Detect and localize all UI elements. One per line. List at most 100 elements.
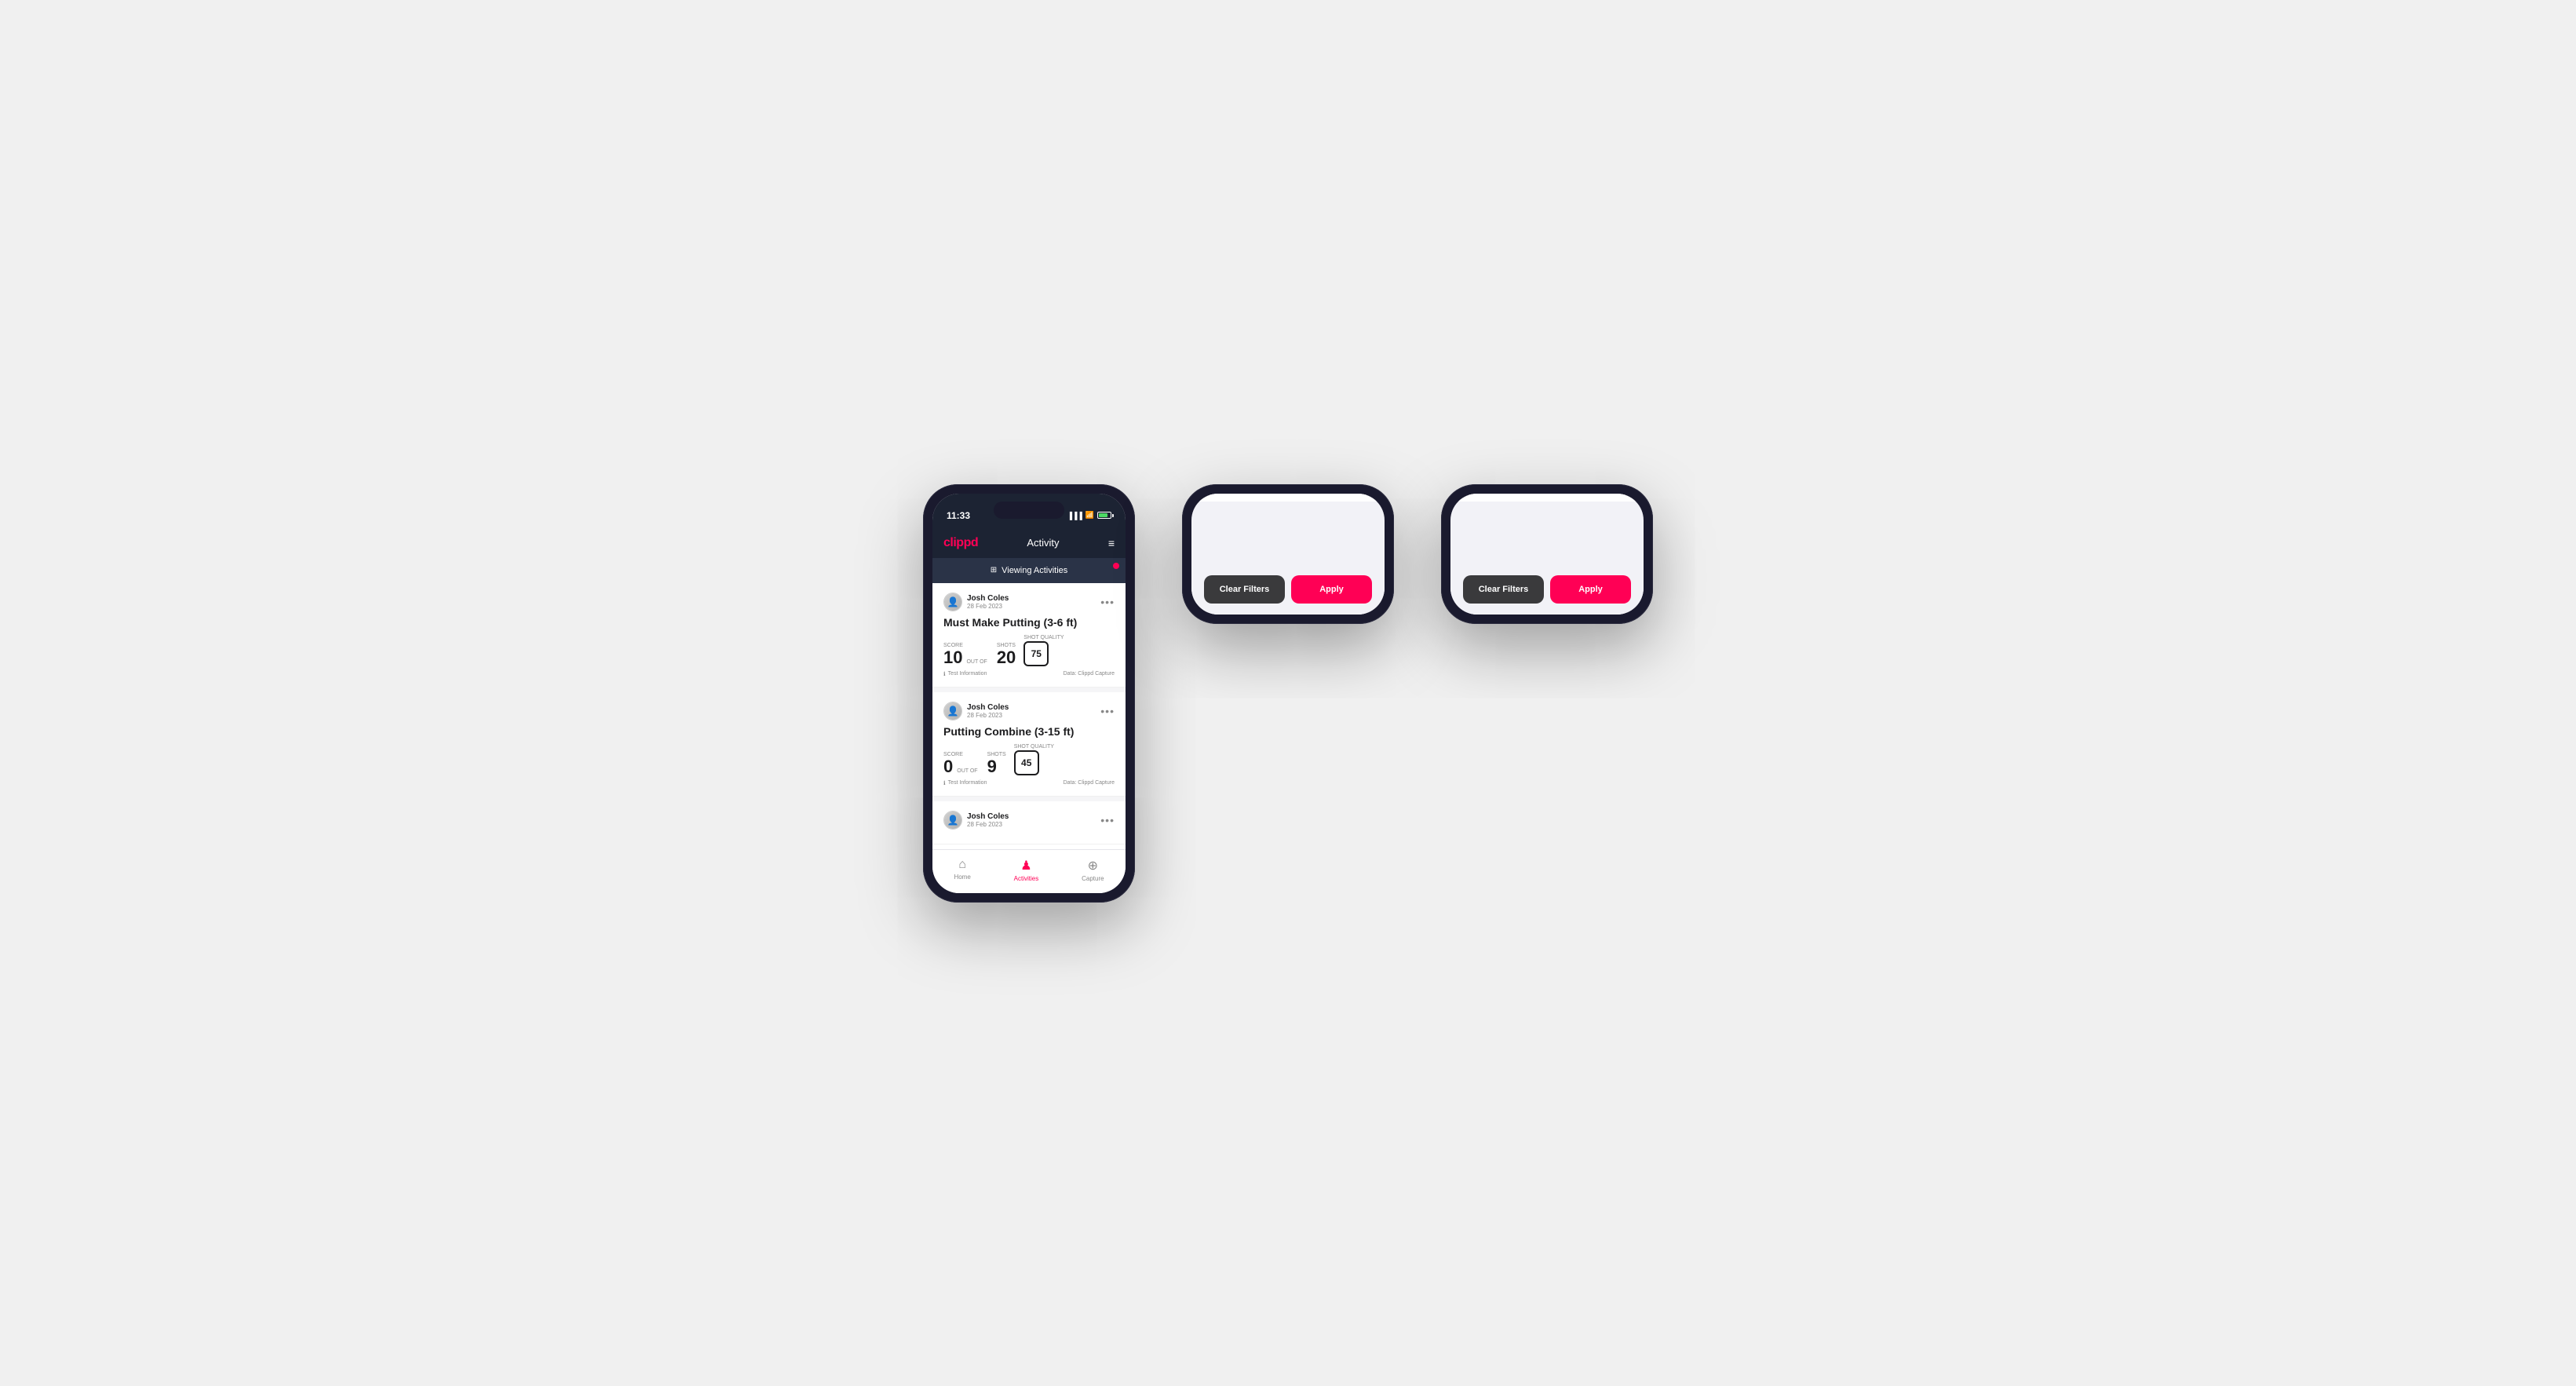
home-label-1: Home — [954, 874, 970, 881]
avatar-inner-3: 👤 — [944, 812, 961, 829]
apply-button-2[interactable]: Apply — [1291, 575, 1372, 604]
viewing-bar-1[interactable]: ⊞ Viewing Activities — [932, 558, 1126, 583]
card-title-2: Putting Combine (3-15 ft) — [943, 725, 1115, 738]
sheet-spacer-2 — [1191, 502, 1385, 564]
filter-overlay-2: Filter ✕ Show Rounds Practice Drills Rou… — [1191, 494, 1385, 615]
capture-icon-1: ⊕ — [1088, 858, 1098, 874]
score-group-2: Score 0 OUT OF — [943, 752, 980, 775]
battery-fill-1 — [1099, 513, 1107, 517]
user-date-3: 28 Feb 2023 — [967, 821, 1009, 828]
nav-capture-1[interactable]: ⊕ Capture — [1082, 858, 1104, 882]
viewing-bar-text-1: Viewing Activities — [1002, 566, 1067, 575]
shots-group-2: Shots 9 — [987, 752, 1006, 775]
header-title-1: Activity — [1027, 537, 1059, 549]
sheet-spacer-3 — [1450, 502, 1644, 564]
card-footer-right-1: Data: Clippd Capture — [1064, 671, 1115, 677]
activity-card-1[interactable]: 👤 Josh Coles 28 Feb 2023 ••• Must Make P… — [932, 583, 1126, 688]
card-footer-2: ℹ Test Information Data: Clippd Capture — [943, 780, 1115, 786]
user-name-2: Josh Coles — [967, 703, 1009, 712]
wifi-icon-1: 📶 — [1085, 511, 1094, 520]
phone-1: 11:33 ▐▐▐ 📶 clippd Activity ≡ ⊞ Viewing … — [923, 484, 1135, 903]
card-footer-left-2: ℹ Test Information — [943, 780, 987, 786]
card-footer-right-2: Data: Clippd Capture — [1064, 780, 1115, 786]
card-1-header: 👤 Josh Coles 28 Feb 2023 ••• — [943, 593, 1115, 611]
dynamic-island-1 — [994, 502, 1064, 519]
avatar-2: 👤 — [943, 702, 962, 720]
clear-filters-button-3[interactable]: Clear Filters — [1463, 575, 1544, 604]
phone-2-screen: 11:33 ▐▐▐ 📶 clippd Activity ≡ ⊞ Viewing … — [1191, 494, 1385, 615]
sq-group-1: Shot Quality 75 — [1023, 635, 1064, 666]
info-icon-2: ℹ — [943, 780, 946, 786]
avatar-inner-2: 👤 — [944, 702, 961, 720]
activity-list-1: 👤 Josh Coles 28 Feb 2023 ••• Must Make P… — [932, 583, 1126, 844]
card-3-user: 👤 Josh Coles 28 Feb 2023 — [943, 811, 1009, 830]
phone-3: 11:33 ▐▐▐ 📶 clippd Activity ≡ ⊞ Viewing … — [1441, 484, 1653, 624]
score-value-1: 10 — [943, 649, 962, 666]
signal-icon-1: ▐▐▐ — [1067, 512, 1082, 520]
red-dot-1 — [1113, 563, 1119, 569]
user-info-2: Josh Coles 28 Feb 2023 — [967, 703, 1009, 719]
battery-icon-1 — [1097, 512, 1111, 519]
more-dots-1[interactable]: ••• — [1100, 596, 1115, 608]
home-icon-1: ⌂ — [958, 858, 966, 872]
user-info-1: Josh Coles 28 Feb 2023 — [967, 594, 1009, 610]
avatar-figure-2: 👤 — [947, 706, 959, 717]
activity-card-3[interactable]: 👤 Josh Coles 28 Feb 2023 ••• — [932, 801, 1126, 844]
avatar-figure-3: 👤 — [947, 815, 959, 826]
info-icon-1: ℹ — [943, 671, 946, 677]
filter-sheet-2: Filter ✕ Show Rounds Practice Drills Rou… — [1191, 494, 1385, 615]
shots-group-1: Shots 20 — [997, 643, 1016, 666]
shots-value-1: 20 — [997, 649, 1016, 666]
activities-icon-1: ♟ — [1020, 858, 1031, 874]
clear-filters-button-2[interactable]: Clear Filters — [1204, 575, 1285, 604]
sq-label-1: Shot Quality — [1023, 635, 1064, 640]
card-footer-left-1: ℹ Test Information — [943, 671, 987, 677]
capture-label-1: Capture — [1082, 875, 1104, 882]
shots-row-1: 20 — [997, 649, 1016, 666]
shot-quality-badge-2: 45 — [1014, 750, 1039, 775]
score-row-1: 10 OUT OF — [943, 649, 989, 666]
sheet-footer-3: Clear Filters Apply — [1450, 564, 1644, 615]
activity-card-2[interactable]: 👤 Josh Coles 28 Feb 2023 ••• Putting Com… — [932, 692, 1126, 797]
avatar-inner-1: 👤 — [944, 593, 961, 611]
nav-activities-1[interactable]: ♟ Activities — [1014, 858, 1039, 882]
score-value-2: 0 — [943, 758, 953, 775]
filter-sheet-3: Filter ✕ Show Rounds Practice Drills Pra… — [1450, 494, 1644, 615]
test-info-1: Test Information — [948, 671, 987, 677]
filter-icon-1: ⊞ — [991, 566, 997, 574]
phone-2: 11:33 ▐▐▐ 📶 clippd Activity ≡ ⊞ Viewing … — [1182, 484, 1394, 624]
user-date-2: 28 Feb 2023 — [967, 712, 1009, 719]
user-name-1: Josh Coles — [967, 594, 1009, 603]
card-title-1: Must Make Putting (3-6 ft) — [943, 616, 1115, 629]
user-date-1: 28 Feb 2023 — [967, 603, 1009, 610]
out-of-1: OUT OF — [966, 659, 987, 665]
user-info-3: Josh Coles 28 Feb 2023 — [967, 812, 1009, 828]
card-1-user: 👤 Josh Coles 28 Feb 2023 — [943, 593, 1009, 611]
test-info-2: Test Information — [948, 780, 987, 786]
card-footer-1: ℹ Test Information Data: Clippd Capture — [943, 671, 1115, 677]
phone-1-screen: 11:33 ▐▐▐ 📶 clippd Activity ≡ ⊞ Viewing … — [932, 494, 1126, 893]
hamburger-icon-1[interactable]: ≡ — [1108, 537, 1115, 549]
apply-button-3[interactable]: Apply — [1550, 575, 1631, 604]
sheet-footer-2: Clear Filters Apply — [1191, 564, 1385, 615]
nav-home-1[interactable]: ⌂ Home — [954, 858, 970, 882]
avatar-figure-1: 👤 — [947, 596, 959, 607]
card-2-user: 👤 Josh Coles 28 Feb 2023 — [943, 702, 1009, 720]
scene: 11:33 ▐▐▐ 📶 clippd Activity ≡ ⊞ Viewing … — [876, 437, 1700, 950]
shots-row-2: 9 — [987, 758, 1006, 775]
filter-overlay-3: Filter ✕ Show Rounds Practice Drills Pra… — [1450, 494, 1644, 615]
score-row-2: 0 OUT OF — [943, 758, 980, 775]
card-3-header: 👤 Josh Coles 28 Feb 2023 ••• — [943, 811, 1115, 830]
card-stats-1: Score 10 OUT OF Shots 20 — [943, 635, 1115, 666]
sq-label-2: Shot Quality — [1014, 744, 1054, 750]
avatar-1: 👤 — [943, 593, 962, 611]
sheet-body-3: Show Rounds Practice Drills Practice Dri… — [1450, 494, 1644, 502]
logo-1: clippd — [943, 536, 978, 550]
more-dots-3[interactable]: ••• — [1100, 814, 1115, 826]
app-header-1: clippd Activity ≡ — [932, 530, 1126, 558]
bottom-nav-1: ⌂ Home ♟ Activities ⊕ Capture — [932, 849, 1126, 893]
card-stats-2: Score 0 OUT OF Shots 9 — [943, 744, 1115, 775]
sheet-body-2: Show Rounds Practice Drills Rounds Pract… — [1191, 494, 1385, 502]
out-of-2: OUT OF — [957, 768, 977, 774]
more-dots-2[interactable]: ••• — [1100, 705, 1115, 717]
